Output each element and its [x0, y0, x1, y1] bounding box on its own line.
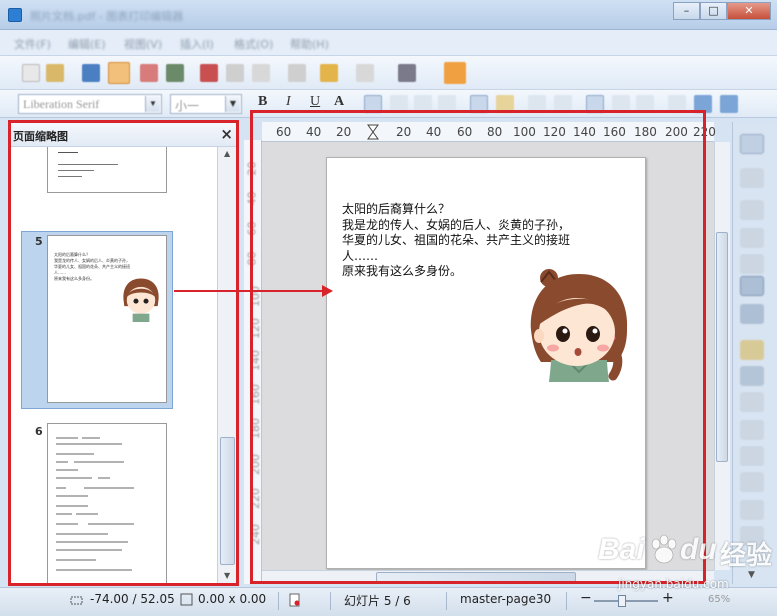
cut-icon[interactable] — [200, 64, 218, 82]
app-icon — [8, 8, 22, 22]
menu-edit[interactable]: 编辑(E) — [68, 36, 106, 52]
curve-tool-icon[interactable] — [740, 340, 764, 360]
copy-icon[interactable] — [226, 64, 244, 82]
baidu-watermark: Bai du 经验 jingyan.baidu.com — [598, 527, 776, 609]
undo-icon[interactable] — [320, 64, 338, 82]
open-folder-icon[interactable] — [46, 64, 64, 82]
export-pdf-icon[interactable] — [140, 64, 158, 82]
paragraph-icon[interactable] — [720, 95, 738, 113]
annotation-arrow — [174, 290, 324, 292]
bold-button[interactable]: B — [258, 94, 267, 110]
status-divider — [566, 592, 567, 610]
close-button[interactable]: ✕ — [727, 2, 771, 20]
shapes-tool-icon[interactable] — [740, 392, 764, 412]
clone-formatting-icon[interactable] — [288, 64, 306, 82]
window-title: 照片文档.pdf - 图表打印编辑器 — [30, 10, 184, 23]
slide-counter: 幻灯片 5 / 6 — [344, 594, 411, 608]
symbol-shapes-icon[interactable] — [740, 420, 764, 440]
callouts-icon[interactable] — [740, 500, 764, 520]
arrow-right-icon — [322, 285, 333, 297]
cursor-position: -74.00 / 52.05 — [90, 592, 175, 606]
status-divider — [278, 592, 279, 610]
new-document-icon[interactable] — [22, 64, 40, 82]
highlight-box-thumbnails — [8, 120, 239, 586]
line-tool-icon[interactable] — [740, 168, 764, 188]
minimize-button[interactable]: – — [673, 2, 700, 20]
status-divider — [330, 592, 331, 610]
flowchart-icon[interactable] — [740, 472, 764, 492]
watermark-brand-suffix: du — [680, 533, 717, 566]
paste-icon[interactable] — [252, 64, 270, 82]
font-size-box[interactable]: 小一 ▼ — [170, 94, 242, 114]
maximize-button[interactable]: □ — [700, 2, 727, 20]
highlight-box-canvas — [250, 110, 706, 584]
menu-file[interactable]: 文件(F) — [14, 36, 51, 52]
position-icon — [70, 596, 83, 605]
print-icon[interactable] — [166, 64, 184, 82]
chevron-down-icon[interactable]: ▼ — [145, 96, 160, 112]
rectangle-tool-icon[interactable] — [740, 228, 764, 248]
find-icon[interactable] — [398, 64, 416, 82]
rectangle-tool-icon[interactable] — [740, 200, 764, 220]
watermark-url: jingyan.baidu.com — [618, 577, 729, 591]
object-size: 0.00 x 0.00 — [198, 592, 267, 606]
window-controls: – □ ✕ — [673, 2, 771, 20]
title-bar: 照片文档.pdf - 图表打印编辑器 – □ ✕ — [0, 0, 777, 30]
size-icon — [180, 593, 193, 606]
edit-file-icon[interactable] — [108, 62, 130, 84]
menu-help[interactable]: 帮助(H) — [290, 36, 329, 52]
drawing-toolbar: ▼ — [732, 122, 777, 584]
master-page-name: master-page30 — [460, 592, 552, 606]
text-tool-icon[interactable] — [740, 276, 764, 296]
menu-bar: 文件(F) 编辑(E) 视图(V) 插入(I) 格式(O) 帮助(H) — [0, 30, 777, 56]
chevron-down-icon[interactable]: ▼ — [225, 96, 240, 112]
menu-view[interactable]: 视图(V) — [124, 36, 162, 52]
status-divider — [446, 592, 447, 610]
arrow-shapes-icon[interactable] — [740, 446, 764, 466]
watermark-brand: Bai — [598, 533, 645, 566]
font-size-value: 小一 — [175, 99, 200, 113]
font-name-value: Liberation Serif — [23, 97, 100, 111]
menu-insert[interactable]: 插入(I) — [180, 36, 214, 52]
watermark-jingyan: 经验 — [720, 541, 773, 571]
save-icon[interactable] — [82, 64, 100, 82]
paw-print-icon — [651, 534, 677, 564]
underline-button[interactable]: U — [310, 94, 320, 110]
canvas-vertical-scrollbar[interactable] — [714, 142, 730, 570]
standard-toolbar — [0, 56, 777, 90]
document-modified-icon[interactable] — [288, 593, 302, 607]
zoom-out-icon[interactable]: − — [580, 590, 592, 606]
font-name-box[interactable]: Liberation Serif ▼ — [18, 94, 162, 114]
scrollbar-thumb[interactable] — [716, 232, 728, 462]
points-tool-icon[interactable] — [740, 366, 764, 386]
select-arrow-icon[interactable] — [740, 134, 764, 154]
connector-tool-icon[interactable] — [740, 304, 764, 324]
italic-button[interactable]: I — [286, 94, 291, 110]
redo-icon[interactable] — [356, 64, 374, 82]
ellipse-tool-icon[interactable] — [740, 254, 764, 274]
insert-image-icon[interactable] — [444, 62, 466, 84]
shadow-button[interactable]: A — [334, 94, 344, 110]
menu-format[interactable]: 格式(O) — [234, 36, 273, 52]
